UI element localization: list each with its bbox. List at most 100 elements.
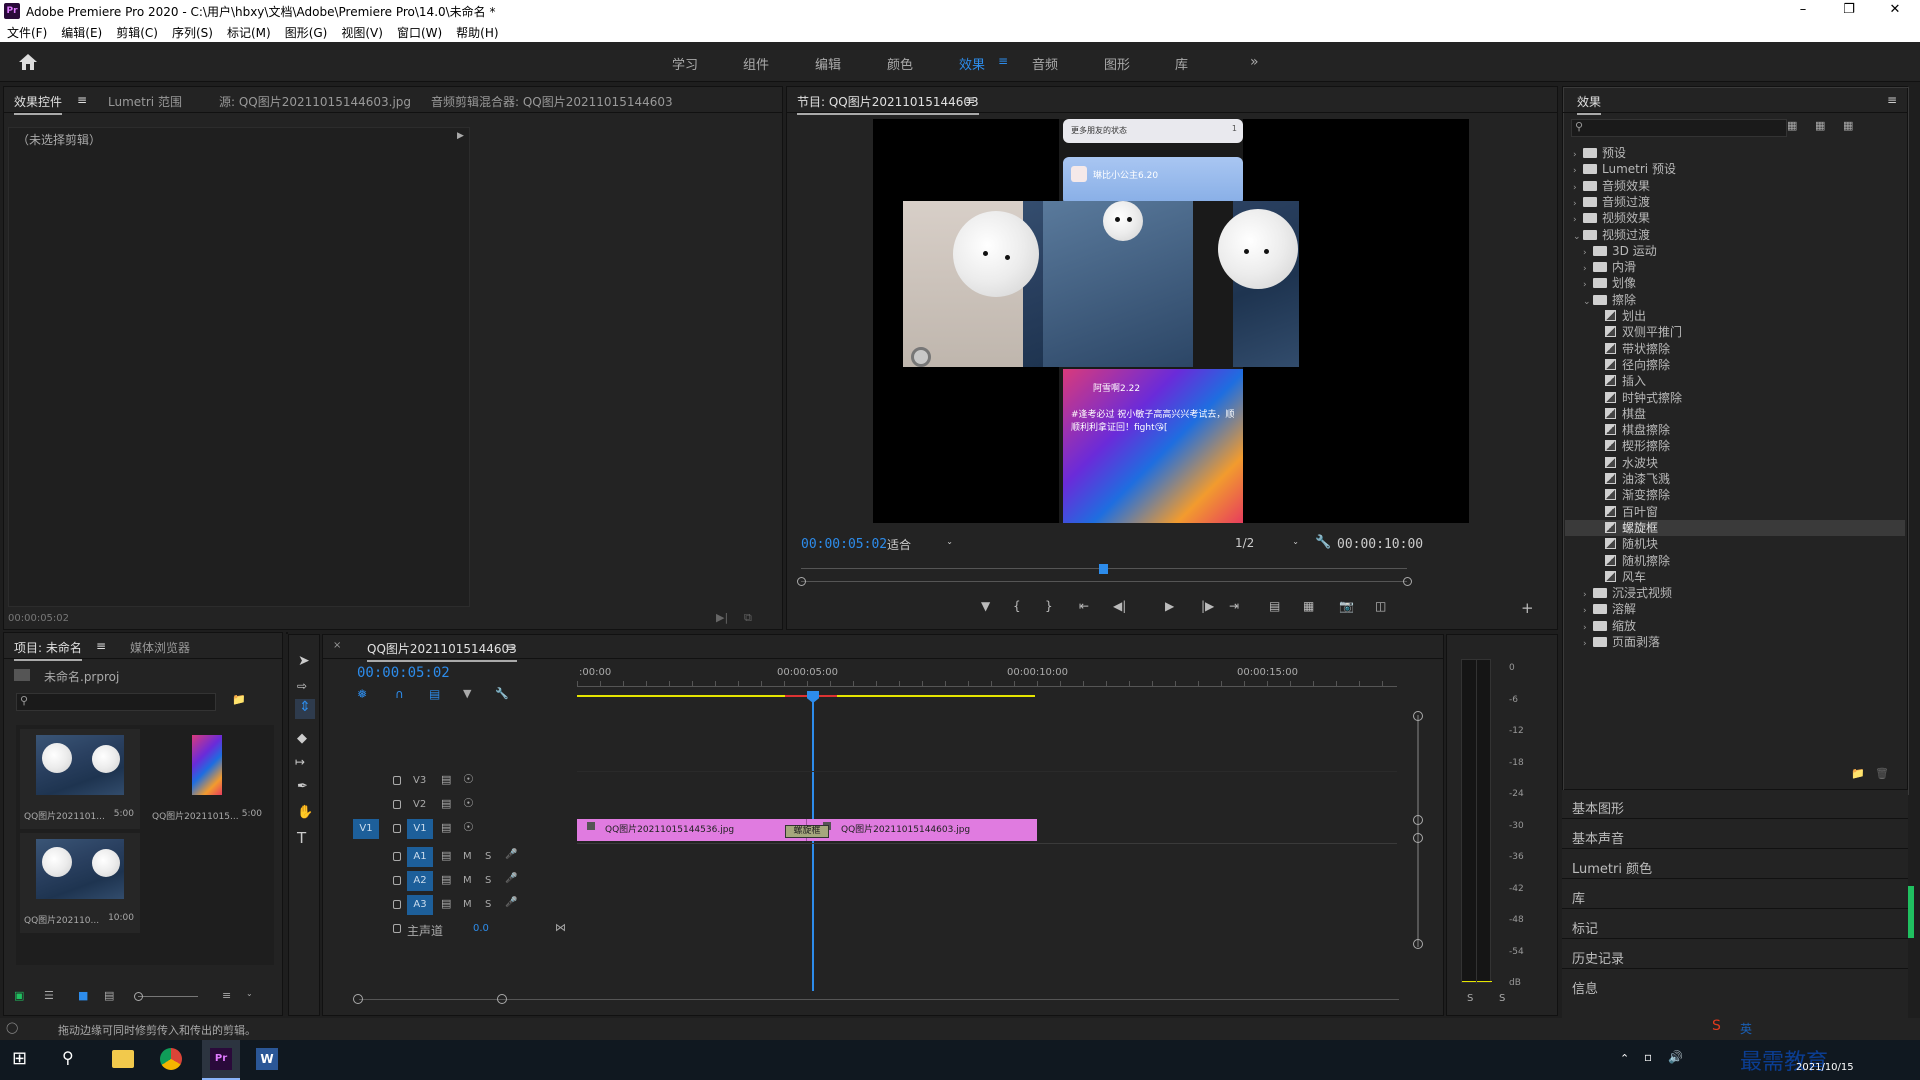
restore-button[interactable]: ❐ [1826,0,1872,22]
effects-tree-item[interactable]: 时钟式擦除 [1565,390,1905,406]
mute-button[interactable]: M [463,875,472,886]
slider-handle[interactable] [134,992,143,1001]
track-label-a1[interactable]: A1 [407,847,433,867]
zoom-handle-right[interactable] [1403,577,1412,586]
razor-tool-icon[interactable]: ◆ [297,731,307,746]
lock-icon[interactable] [393,852,401,861]
go-to-out-icon[interactable]: ⇥ [1229,599,1239,613]
panel-history[interactable]: 历史记录 [1572,948,1624,967]
track-label-a2[interactable]: A2 [407,871,433,891]
program-playhead[interactable] [1099,564,1108,574]
effects-tree-item[interactable]: ⌄ 视频过渡 [1565,227,1905,243]
solo-button[interactable]: S [485,899,491,910]
menu-file[interactable]: 文件(F) [0,22,54,43]
menu-view[interactable]: 视图(V) [334,22,390,43]
effects-tree-item[interactable]: › 沉浸式视频 [1565,585,1905,601]
tab-project[interactable]: 项目: 未命名 [14,639,82,661]
vscroll-handle-top[interactable] [1413,711,1423,721]
mark-in-icon[interactable]: { [1013,599,1021,613]
track-label-v2[interactable]: V2 [413,799,426,810]
effects-tree-item[interactable]: 螺旋框 [1565,519,1905,536]
expand-arrow-icon[interactable]: ▶ [457,131,464,141]
effects-tree-item[interactable]: › 3D 运动 [1565,243,1905,259]
project-item[interactable]: QQ图片20211015... 5:00 [148,729,268,829]
menu-window[interactable]: 窗口(W) [390,22,449,43]
hand-tool-icon[interactable]: ✋ [297,805,313,820]
effects-tree-item[interactable]: › 预设 [1565,145,1905,161]
play-icon[interactable]: ▶ [1165,599,1174,613]
hscroll-handle-left[interactable] [353,994,363,1004]
extract-icon[interactable]: ▦ [1303,599,1314,613]
icon-view-icon[interactable]: ■ [78,989,88,1002]
sync-lock-icon[interactable]: ▤ [441,821,451,834]
vscroll-handle-mid2[interactable] [1413,833,1423,843]
pen-tool-icon[interactable]: ✒ [297,779,308,794]
tab-effect-controls[interactable]: 效果控件 [14,93,63,115]
effects-tree-item[interactable]: ⌄ 擦除 [1565,292,1905,308]
mark-out-icon[interactable]: } [1045,599,1053,613]
program-playhead-timecode[interactable]: 00:00:05:02 [801,537,887,552]
windows-start-icon[interactable]: ⊞ [12,1048,27,1069]
transition-spiral-box[interactable]: 螺旋框 [785,825,829,838]
lift-icon[interactable]: ▤ [1269,599,1280,613]
freeform-view-icon[interactable]: ▤ [104,989,114,1002]
effects-tree-item[interactable]: › 音频过渡 [1565,194,1905,210]
track-label-a3[interactable]: A3 [407,895,433,915]
lock-icon[interactable] [393,900,401,909]
camera-icon[interactable]: 📷 [1339,599,1354,613]
tab-audio-clip-mixer[interactable]: 音频剪辑混合器: QQ图片20211015144603 [431,93,673,110]
effects-tree-item[interactable]: › Lumetri 预设 [1565,161,1905,177]
tray-chevron-icon[interactable]: ⌃ [1620,1052,1629,1065]
tab-effects[interactable]: 效果 [1577,93,1602,115]
timeline-vscroll[interactable] [1417,715,1419,947]
new-bin-icon[interactable]: 📁 [1851,767,1865,780]
chevron-right-icon[interactable]: › [1583,636,1593,652]
ime-language[interactable]: 英 [1740,1020,1752,1037]
effects-tree-item[interactable]: 油漆飞溅 [1565,471,1905,487]
effects-tree-item[interactable]: › 内滑 [1565,259,1905,275]
panel-lumetri-color[interactable]: Lumetri 颜色 [1572,858,1652,877]
workspace-graphics[interactable]: 图形 [1104,54,1130,73]
eye-icon[interactable]: ☉ [463,772,474,786]
network-icon[interactable]: ▫ [1644,1050,1652,1064]
wrench-icon[interactable]: 🔧 [1315,535,1331,550]
project-item[interactable]: QQ图片2021101... 5:00 [20,729,140,829]
menu-clip[interactable]: 剪辑(C) [109,22,165,43]
effects-tree-item[interactable]: › 视频效果 [1565,210,1905,226]
zoom-handle-left[interactable] [797,577,806,586]
type-tool-icon[interactable]: T [297,829,306,847]
effects-tree-item[interactable]: › 缩放 [1565,618,1905,634]
accelerated-effects-icon[interactable]: ▦ [1787,119,1797,132]
lock-icon[interactable] [393,800,401,809]
workspace-assembly[interactable]: 组件 [743,54,769,73]
chrome-icon[interactable] [160,1048,182,1070]
add-button-icon[interactable]: + [1521,599,1534,617]
hscroll-handle-right[interactable] [497,994,507,1004]
workspace-libraries[interactable]: 库 [1175,54,1188,73]
sort-icon[interactable]: ≡ [222,989,231,1002]
filter-icon[interactable]: ▶| [716,611,728,624]
effects-tree-item[interactable]: 随机擦除 [1565,553,1905,569]
sync-lock-icon[interactable]: ▤ [441,849,451,862]
workspace-editing[interactable]: 编辑 [815,54,841,73]
volume-icon[interactable]: 🔊 [1668,1050,1683,1064]
menu-graphics[interactable]: 图形(G) [278,22,335,43]
effects-tree-item[interactable]: 风车 [1565,569,1905,585]
effects-search-input[interactable]: ⚲ [1571,119,1787,137]
lock-icon[interactable] [393,924,401,933]
panel-libraries[interactable]: 库 [1572,888,1585,907]
effects-tree-item[interactable]: 随机块 [1565,536,1905,552]
eye-icon[interactable]: ☉ [463,796,474,810]
effects-tree-item[interactable]: 径向擦除 [1565,357,1905,373]
panel-markers[interactable]: 标记 [1572,918,1598,937]
menu-sequence[interactable]: 序列(S) [165,22,220,43]
vertical-scroll-indicator[interactable] [1908,886,1914,938]
lock-icon[interactable]: ▣ [14,989,24,1002]
effects-tree-item[interactable]: 双侧平推门 [1565,324,1905,340]
project-menu-icon[interactable]: ≡ [96,639,106,653]
project-search-input[interactable]: ⚲ [16,693,216,711]
export-icon[interactable]: ⧉ [744,611,752,625]
tab-lumetri-scopes[interactable]: Lumetri 范围 [108,93,182,110]
menu-help[interactable]: 帮助(H) [449,22,505,43]
effects-tree-item[interactable]: › 音频效果 [1565,178,1905,194]
